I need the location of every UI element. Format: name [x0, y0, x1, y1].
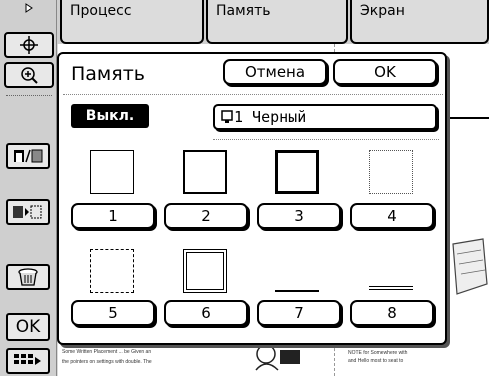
background-text: NOTE for Somewhere with [348, 350, 408, 356]
slot-3-label: 3 [294, 207, 304, 225]
background-illustration [452, 238, 488, 295]
background-text: the pointers on settings with double. Th… [62, 359, 152, 365]
zoom-in-icon [21, 67, 38, 84]
slot-4-button[interactable]: 4 [350, 203, 434, 229]
multi-page-icon [13, 205, 42, 219]
grid-play-icon [14, 354, 41, 365]
play-arrow-icon[interactable] [24, 3, 34, 13]
frame-preview-double-line [369, 286, 413, 290]
slot-8-button[interactable]: 8 [350, 300, 434, 326]
zoom-in-button[interactable] [4, 62, 54, 88]
ok-label: OK [374, 63, 396, 81]
frame-preview-thick [275, 150, 319, 194]
frame-preview-double [183, 249, 227, 293]
frame-preview-dotted [369, 150, 413, 194]
tab-memory[interactable]: Память [206, 0, 348, 44]
crosshair-icon [20, 36, 38, 54]
slot-7-button[interactable]: 7 [257, 300, 341, 326]
slot-8-label: 8 [387, 304, 397, 322]
select-underline [213, 139, 439, 140]
background-illustration [255, 344, 300, 371]
drum-icon [221, 110, 233, 123]
drum-select[interactable]: 1 Черный [213, 104, 437, 130]
layer-toggle-icon [14, 149, 43, 163]
off-label: Выкл. [85, 108, 135, 124]
cancel-button[interactable]: Отмена [223, 59, 327, 85]
multi-page-button[interactable] [6, 199, 50, 225]
memory-dialog: Память Отмена OK Выкл. 1 Черный 1 2 3 4 … [57, 52, 447, 345]
left-toolbar: OK [0, 0, 57, 376]
ok-side-button[interactable]: OK [6, 313, 50, 341]
background-text: and Hello most to seat to [348, 358, 404, 364]
slot-2-button[interactable]: 2 [164, 203, 248, 229]
slot-6-label: 6 [201, 304, 211, 322]
slot-5-label: 5 [108, 304, 118, 322]
trash-button[interactable] [6, 264, 50, 290]
drum-select-value: 1 Черный [234, 108, 307, 126]
slot-3-button[interactable]: 3 [257, 203, 341, 229]
slot-2-label: 2 [201, 207, 211, 225]
tab-process[interactable]: Процесс [60, 0, 204, 44]
header-divider [63, 94, 443, 95]
background-text: Some Written Placement ... be Given an [62, 349, 152, 355]
slot-5-button[interactable]: 5 [71, 300, 155, 326]
slot-1-button[interactable]: 1 [71, 203, 155, 229]
frame-preview-single-line [275, 290, 319, 292]
frame-preview-dashed [90, 249, 134, 293]
slot-6-button[interactable]: 6 [164, 300, 248, 326]
grid-play-button[interactable] [6, 348, 50, 374]
layer-toggle-button[interactable] [6, 143, 50, 169]
trash-icon [18, 268, 38, 286]
slot-1-label: 1 [108, 207, 118, 225]
cancel-label: Отмена [244, 63, 306, 81]
slot-4-label: 4 [387, 207, 397, 225]
dialog-title: Память [71, 63, 145, 85]
slot-7-label: 7 [294, 304, 304, 322]
ok-side-label: OK [15, 317, 41, 337]
tab-display[interactable]: Экран [350, 0, 489, 44]
toolbar-divider [6, 95, 52, 96]
frame-preview-medium [183, 150, 227, 194]
crosshair-button[interactable] [4, 32, 54, 58]
off-button[interactable]: Выкл. [71, 104, 149, 128]
frame-preview-thin [90, 150, 134, 194]
ok-button[interactable]: OK [333, 59, 437, 85]
